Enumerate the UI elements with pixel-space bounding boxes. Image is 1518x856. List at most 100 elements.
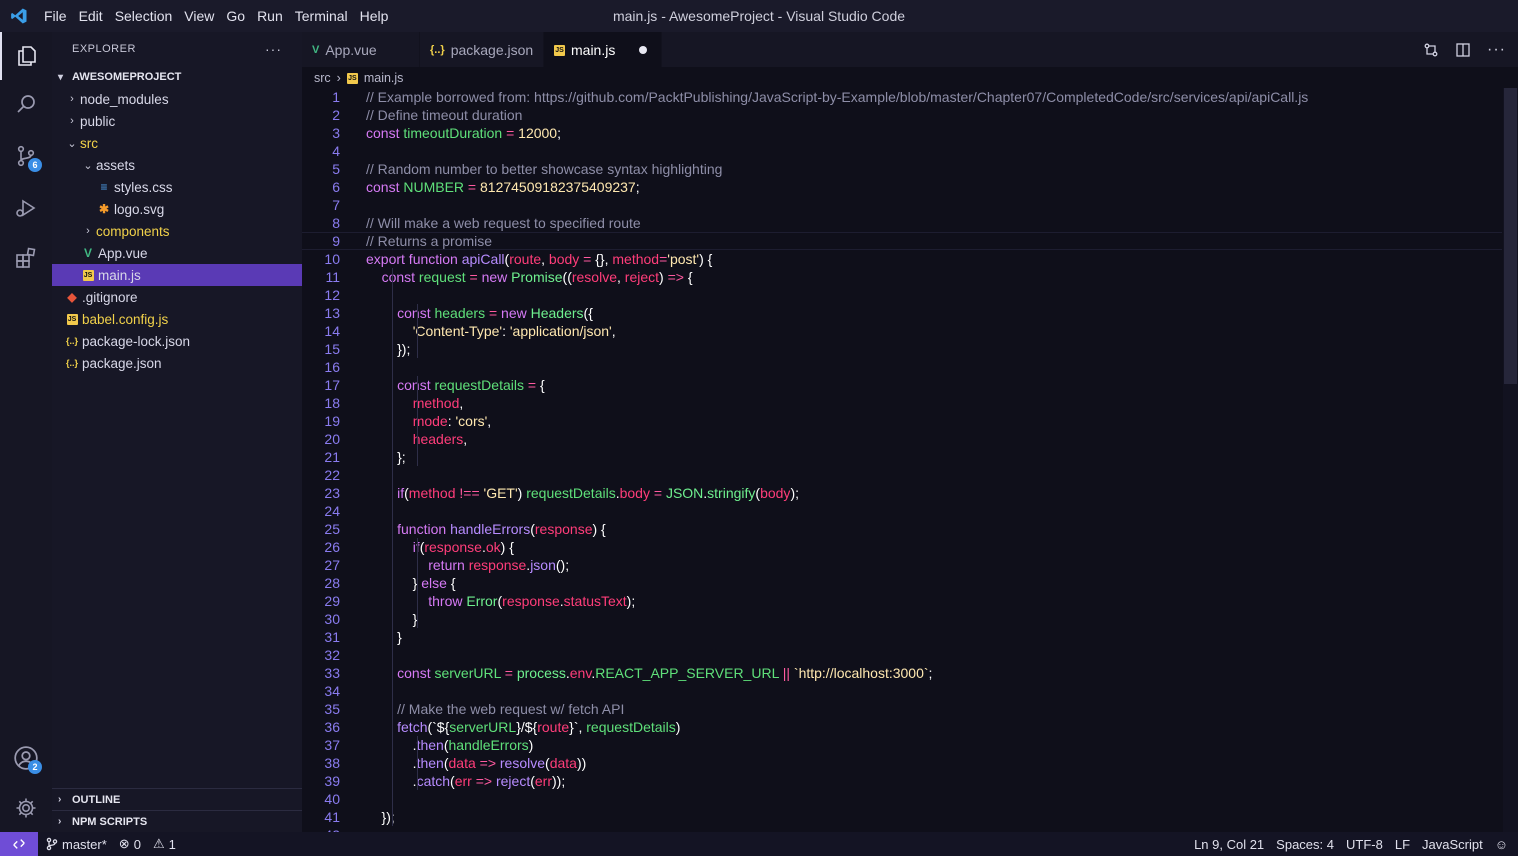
code-line[interactable]: 12 <box>302 286 1502 304</box>
tree-item-package-json[interactable]: {..} package.json <box>52 352 302 374</box>
menu-item-view[interactable]: View <box>178 0 220 32</box>
code-line[interactable]: 28 } else { <box>302 574 1502 592</box>
more-actions-icon[interactable]: ··· <box>1487 41 1506 59</box>
settings-gear-icon[interactable] <box>0 784 52 832</box>
menu-item-help[interactable]: Help <box>354 0 395 32</box>
split-editor-icon[interactable] <box>1455 42 1471 58</box>
editor-scrollbar[interactable] <box>1503 88 1518 832</box>
tree-item-gitignore[interactable]: ◆ .gitignore <box>52 286 302 308</box>
code-line[interactable]: 27 return response.json(); <box>302 556 1502 574</box>
code-line[interactable]: 4 <box>302 142 1502 160</box>
code-line[interactable]: 13 const headers = new Headers({ <box>302 304 1502 322</box>
code-line[interactable]: 11 const request = new Promise((resolve,… <box>302 268 1502 286</box>
breadcrumb-folder[interactable]: src <box>314 71 331 85</box>
language-mode[interactable]: JavaScript <box>1422 837 1483 852</box>
code-line[interactable]: 2 // Define timeout duration <box>302 106 1502 124</box>
scrollbar-thumb[interactable] <box>1504 88 1517 384</box>
code-line[interactable]: 22 <box>302 466 1502 484</box>
section-outline[interactable]: › OUTLINE <box>52 788 302 810</box>
code-line[interactable]: 7 <box>302 196 1502 214</box>
menu-item-selection[interactable]: Selection <box>109 0 179 32</box>
tree-item-app-vue[interactable]: V App.vue <box>52 242 302 264</box>
remote-indicator-icon[interactable] <box>0 832 38 856</box>
code-line[interactable]: 21 }; <box>302 448 1502 466</box>
encoding[interactable]: UTF-8 <box>1346 837 1383 852</box>
source-control-icon[interactable]: 6 <box>0 132 52 180</box>
breadcrumb-file[interactable]: main.js <box>364 71 404 85</box>
tree-item-public[interactable]: › public <box>52 110 302 132</box>
end-of-line[interactable]: LF <box>1395 837 1410 852</box>
tree-item-src[interactable]: ⌄ src <box>52 132 302 154</box>
extensions-icon[interactable] <box>0 234 52 282</box>
problems-indicator[interactable]: ⊗ 0 ⚠ 1 <box>119 836 176 852</box>
code-line[interactable]: 15 }); <box>302 340 1502 358</box>
tree-item-assets[interactable]: ⌄ assets <box>52 154 302 176</box>
code-line[interactable]: 19 mode: 'cors', <box>302 412 1502 430</box>
code-line[interactable]: 33 const serverURL = process.env.REACT_A… <box>302 664 1502 682</box>
code-line[interactable]: 6 const NUMBER = 81274509182375409237; <box>302 178 1502 196</box>
git-branch[interactable]: master* <box>46 837 107 852</box>
menu-item-edit[interactable]: Edit <box>73 0 109 32</box>
explorer-files-icon[interactable] <box>0 32 52 80</box>
tab-main-js[interactable]: JS main.js <box>544 32 662 67</box>
code-line[interactable]: 5 // Random number to better showcase syn… <box>302 160 1502 178</box>
code-line[interactable]: 23 if(method !== 'GET') requestDetails.b… <box>302 484 1502 502</box>
menu-item-terminal[interactable]: Terminal <box>289 0 354 32</box>
line-number: 41 <box>324 809 340 825</box>
menu-item-run[interactable]: Run <box>251 0 289 32</box>
tree-item-logo-svg[interactable]: ✱ logo.svg <box>52 198 302 220</box>
code-line[interactable]: 17 const requestDetails = { <box>302 376 1502 394</box>
code-line[interactable]: 25 function handleErrors(response) { <box>302 520 1502 538</box>
code-line[interactable]: 26 if(response.ok) { <box>302 538 1502 556</box>
code-line[interactable]: 3 const timeoutDuration = 12000; <box>302 124 1502 142</box>
code-line[interactable]: 1 // Example borrowed from: https://githu… <box>302 88 1502 106</box>
code-line[interactable]: 29 throw Error(response.statusText); <box>302 592 1502 610</box>
code-line[interactable]: 40 <box>302 790 1502 808</box>
tree-item-package-lock-json[interactable]: {..} package-lock.json <box>52 330 302 352</box>
tree-item-main-js[interactable]: JS main.js <box>52 264 302 286</box>
section-npm-scripts[interactable]: › NPM SCRIPTS <box>52 810 302 832</box>
run-debug-icon[interactable] <box>0 184 52 232</box>
code-line[interactable]: 35 // Make the web request w/ fetch API <box>302 700 1502 718</box>
menu-item-file[interactable]: File <box>38 0 73 32</box>
tab-app-vue[interactable]: V App.vue <box>302 32 420 67</box>
code-text: }); <box>366 809 395 825</box>
code-line[interactable]: 30 } <box>302 610 1502 628</box>
menu-item-go[interactable]: Go <box>220 0 251 32</box>
open-changes-icon[interactable] <box>1423 42 1439 58</box>
code-line[interactable]: 36 fetch(`${serverURL}/${route}`, reques… <box>302 718 1502 736</box>
more-actions-icon[interactable]: ··· <box>265 41 282 57</box>
code-line[interactable]: 8 // Will make a web request to specified… <box>302 214 1502 232</box>
code-line[interactable]: 32 <box>302 646 1502 664</box>
tree-item-label: styles.css <box>114 179 173 195</box>
code-line[interactable]: 39 .catch(err => reject(err)); <box>302 772 1502 790</box>
tree-item-babel-config-js[interactable]: JS babel.config.js <box>52 308 302 330</box>
project-section-header[interactable]: ▾ AWESOMEPROJECT <box>52 66 302 88</box>
code-line[interactable]: 10 export function apiCall(route, body = … <box>302 250 1502 268</box>
code-editor[interactable]: 1 // Example borrowed from: https://githu… <box>302 88 1502 832</box>
code-line[interactable]: 37 .then(handleErrors) <box>302 736 1502 754</box>
tree-item-components[interactable]: › components <box>52 220 302 242</box>
tree-item-styles-css[interactable]: ≡ styles.css <box>52 176 302 198</box>
indentation[interactable]: Spaces: 4 <box>1276 837 1334 852</box>
unsaved-dot-icon[interactable] <box>639 45 647 54</box>
search-icon[interactable] <box>0 80 52 128</box>
chevron-right-icon: › <box>86 225 90 237</box>
cursor-position[interactable]: Ln 9, Col 21 <box>1194 837 1264 852</box>
tab-package-json[interactable]: {..} package.json <box>420 32 544 67</box>
code-line[interactable]: 9 // Returns a promise <box>302 232 1502 250</box>
code-line[interactable]: 38 .then(data => resolve(data)) <box>302 754 1502 772</box>
feedback-smiley-icon[interactable]: ☺ <box>1495 837 1508 852</box>
code-line[interactable]: 41 }); <box>302 808 1502 826</box>
code-line[interactable]: 34 <box>302 682 1502 700</box>
code-line[interactable]: 20 headers, <box>302 430 1502 448</box>
code-line[interactable]: 31 } <box>302 628 1502 646</box>
code-line[interactable]: 14 'Content-Type': 'application/json', <box>302 322 1502 340</box>
tree-item-node-modules[interactable]: › node_modules <box>52 88 302 110</box>
line-number: 16 <box>324 359 340 375</box>
code-line[interactable]: 18 method, <box>302 394 1502 412</box>
code-line[interactable]: 24 <box>302 502 1502 520</box>
accounts-icon[interactable]: 2 <box>0 734 52 782</box>
code-line[interactable]: 16 <box>302 358 1502 376</box>
code-text: 'Content-Type': 'application/json', <box>412 323 616 339</box>
